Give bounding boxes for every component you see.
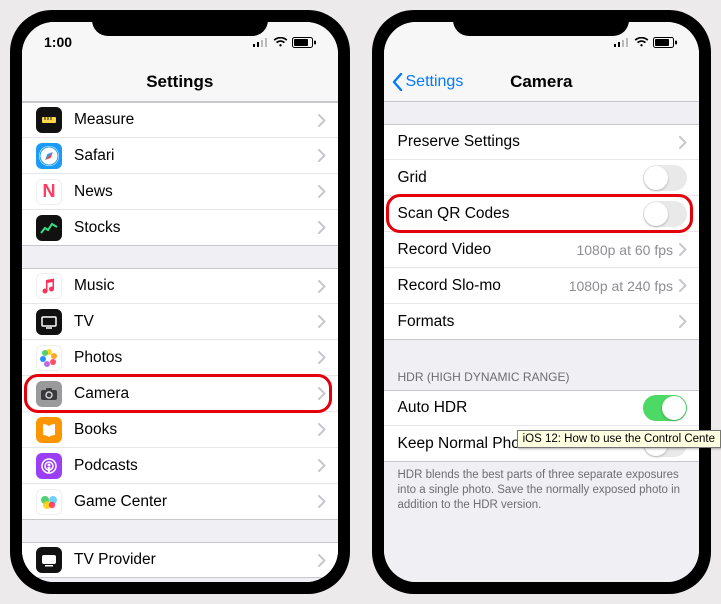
podcasts-icon <box>36 453 62 479</box>
gamectr-icon <box>36 489 62 515</box>
settings-row-podcasts[interactable]: Podcasts <box>22 448 338 484</box>
phone-right: Settings Camera Preserve Settings Grid S… <box>372 10 712 594</box>
chevron-right-icon <box>318 149 326 162</box>
row-label: Music <box>74 277 318 295</box>
measure-icon <box>36 107 62 133</box>
chevron-right-icon <box>318 221 326 234</box>
chevron-right-icon <box>318 459 326 472</box>
settings-row-gamectr[interactable]: Game Center <box>22 484 338 520</box>
chevron-right-icon <box>318 185 326 198</box>
battery-icon <box>292 37 316 48</box>
settings-row-tv[interactable]: TV <box>22 304 338 340</box>
books-icon <box>36 417 62 443</box>
settings-row-tvprov[interactable]: TV Provider <box>22 542 338 578</box>
tvprov-icon <box>36 547 62 573</box>
settings-row-music[interactable]: Music <box>22 268 338 304</box>
row-label: Game Center <box>74 493 318 511</box>
chevron-left-icon <box>392 73 403 91</box>
row-label: Stocks <box>74 219 318 237</box>
battery-icon <box>653 37 677 48</box>
back-button[interactable]: Settings <box>392 73 464 91</box>
status-icons <box>614 37 677 48</box>
nav-bar: Settings Camera <box>384 62 700 102</box>
row-label: Scan QR Codes <box>398 205 644 223</box>
row-label: Podcasts <box>74 457 318 475</box>
row-label: Record Video <box>398 241 577 259</box>
signal-icon <box>614 37 630 47</box>
row-label: News <box>74 183 318 201</box>
safari-icon <box>36 143 62 169</box>
chevron-right-icon <box>318 315 326 328</box>
camera-row-preserve-settings[interactable]: Preserve Settings <box>384 124 700 160</box>
camera-row-auto-hdr[interactable]: Auto HDR <box>384 390 700 426</box>
status-icons <box>253 37 316 48</box>
row-label: Record Slo-mo <box>398 277 569 295</box>
wifi-icon <box>634 37 649 48</box>
screen-camera-settings: Settings Camera Preserve Settings Grid S… <box>384 22 700 582</box>
camera-settings-list[interactable]: Preserve Settings Grid Scan QR Codes Rec… <box>384 102 700 582</box>
row-label: TV <box>74 313 318 331</box>
row-label: TV Provider <box>74 551 318 569</box>
signal-icon <box>253 37 269 47</box>
chevron-right-icon <box>679 315 687 328</box>
chevron-right-icon <box>318 387 326 400</box>
settings-row-news[interactable]: N News <box>22 174 338 210</box>
row-label: Preserve Settings <box>398 133 680 151</box>
row-label: Camera <box>74 385 318 403</box>
nav-title: Settings <box>146 72 213 92</box>
hdr-footer-text: HDR blends the best parts of three separ… <box>384 462 700 513</box>
tv-icon <box>36 309 62 335</box>
chevron-right-icon <box>679 243 687 256</box>
row-label: Books <box>74 421 318 439</box>
back-label: Settings <box>406 73 464 91</box>
camera-row-record-slo-mo[interactable]: Record Slo-mo 1080p at 240 fps <box>384 268 700 304</box>
music-icon <box>36 273 62 299</box>
camera-row-formats[interactable]: Formats <box>384 304 700 340</box>
settings-row-measure[interactable]: Measure <box>22 102 338 138</box>
settings-row-safari[interactable]: Safari <box>22 138 338 174</box>
status-time: 1:00 <box>44 34 72 50</box>
row-label: Safari <box>74 147 318 165</box>
settings-row-camera[interactable]: Camera <box>22 376 338 412</box>
settings-row-photos[interactable]: Photos <box>22 340 338 376</box>
hdr-section-header: HDR (HIGH DYNAMIC RANGE) <box>384 364 700 390</box>
chevron-right-icon <box>318 114 326 127</box>
tooltip-overlay: iOS 12: How to use the Control Cente <box>517 430 721 448</box>
settings-row-stocks[interactable]: Stocks <box>22 210 338 246</box>
news-icon: N <box>36 179 62 205</box>
row-label: Auto HDR <box>398 399 644 417</box>
camera-row-grid[interactable]: Grid <box>384 160 700 196</box>
chevron-right-icon <box>318 280 326 293</box>
phone-left: 1:00 Settings Measure Safari N Ne <box>10 10 350 594</box>
chevron-right-icon <box>318 423 326 436</box>
row-detail: 1080p at 60 fps <box>576 242 673 258</box>
row-detail: 1080p at 240 fps <box>569 278 673 294</box>
camera-icon <box>36 381 62 407</box>
row-label: Formats <box>398 313 680 331</box>
nav-title: Camera <box>510 72 572 92</box>
stocks-icon <box>36 215 62 241</box>
chevron-right-icon <box>679 136 687 149</box>
chevron-right-icon <box>318 495 326 508</box>
row-label: Photos <box>74 349 318 367</box>
row-label: Measure <box>74 111 318 129</box>
camera-row-record-video[interactable]: Record Video 1080p at 60 fps <box>384 232 700 268</box>
notch <box>453 10 629 36</box>
screen-settings: 1:00 Settings Measure Safari N Ne <box>22 22 338 582</box>
chevron-right-icon <box>318 351 326 364</box>
toggle[interactable] <box>643 201 687 227</box>
chevron-right-icon <box>679 279 687 292</box>
toggle[interactable] <box>643 395 687 421</box>
row-label: Grid <box>398 169 644 187</box>
toggle[interactable] <box>643 165 687 191</box>
wifi-icon <box>273 37 288 48</box>
settings-row-books[interactable]: Books <box>22 412 338 448</box>
chevron-right-icon <box>318 554 326 567</box>
settings-list[interactable]: Measure Safari N News Stocks Musi <box>22 102 338 582</box>
photos-icon <box>36 345 62 371</box>
nav-bar: Settings <box>22 62 338 102</box>
camera-row-scan-qr-codes[interactable]: Scan QR Codes <box>384 196 700 232</box>
notch <box>92 10 268 36</box>
